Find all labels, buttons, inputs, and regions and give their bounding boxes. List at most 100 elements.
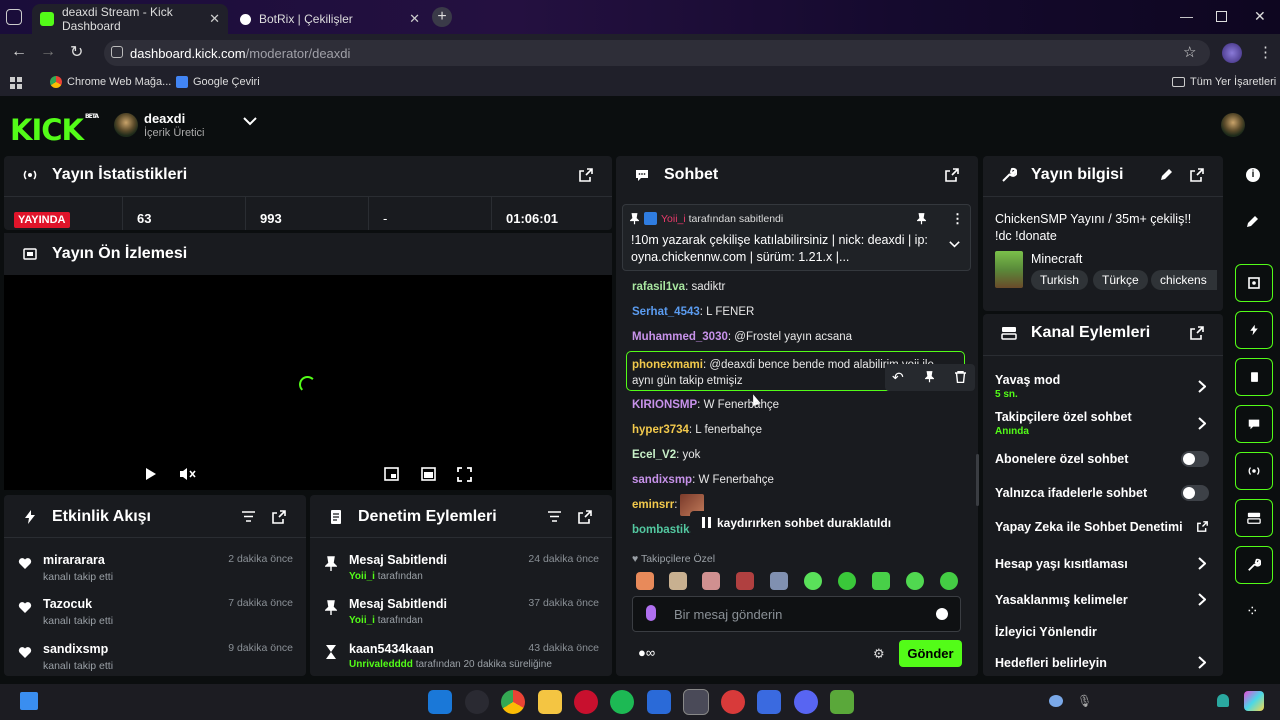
banned-words-label[interactable]: Yasaklanmış kelimeler xyxy=(995,593,1128,607)
emote-2[interactable] xyxy=(669,572,687,590)
account-age-label[interactable]: Hesap yaşı kısıtlaması xyxy=(995,557,1128,571)
emote-only-toggle[interactable] xyxy=(1181,485,1209,501)
chat-username[interactable]: eminsrr xyxy=(632,499,674,511)
discord-icon[interactable] xyxy=(794,690,818,714)
stream-tag[interactable]: chickens xyxy=(1151,270,1217,290)
chat-username[interactable]: sandixsmp xyxy=(632,474,692,486)
mod-action-user[interactable]: Yoii_i xyxy=(349,571,375,582)
browser-menu-icon[interactable]: ⋮ xyxy=(1258,43,1273,61)
browser-tab-botrix[interactable]: BotRix | Çekilişler ✕ xyxy=(232,4,428,34)
muted-icon[interactable] xyxy=(179,466,196,482)
filter-icon[interactable] xyxy=(242,511,255,522)
emote-8[interactable] xyxy=(872,572,890,590)
emote-4[interactable] xyxy=(736,572,754,590)
reload-icon[interactable]: ↻ xyxy=(70,42,83,62)
chat-username[interactable]: rafasil1va xyxy=(632,281,685,293)
popout-icon[interactable] xyxy=(945,168,959,182)
chat-message[interactable]: Serhat_4543: L FENER xyxy=(632,306,754,318)
chat-message[interactable]: bombastika xyxy=(632,524,696,536)
microphone-icon[interactable] xyxy=(646,605,656,621)
sidebar-activity-button[interactable] xyxy=(1235,311,1273,349)
spotify-icon[interactable] xyxy=(610,690,634,714)
chrome-active-icon[interactable] xyxy=(683,689,709,715)
chat-username[interactable]: hyper3734 xyxy=(632,424,689,436)
chat-username[interactable]: Serhat_4543 xyxy=(632,306,700,318)
emote-10[interactable] xyxy=(940,572,958,590)
popout-icon[interactable] xyxy=(578,510,592,524)
play-icon[interactable] xyxy=(145,467,157,481)
raid-label[interactable]: İzleyici Yönlendir xyxy=(995,625,1097,639)
sidebar-moderation-button[interactable] xyxy=(1235,358,1273,396)
chat-username[interactable]: phonexmami xyxy=(632,359,703,371)
bookmark-star-icon[interactable]: ☆ xyxy=(1183,43,1196,61)
minimize-icon[interactable]: — xyxy=(1180,9,1193,24)
category-name[interactable]: Minecraft xyxy=(1031,252,1082,266)
unpin-icon[interactable] xyxy=(917,213,926,225)
forward-icon[interactable]: → xyxy=(40,43,56,61)
channel-switch-chevron-icon[interactable] xyxy=(243,117,257,126)
reply-icon[interactable]: ↶ xyxy=(892,369,904,386)
file-explorer-icon[interactable] xyxy=(538,690,562,714)
pin-message-icon[interactable] xyxy=(925,371,934,383)
chat-username[interactable]: KIRIONSMP xyxy=(632,399,697,411)
chat-scrollbar[interactable] xyxy=(976,454,979,506)
emote-9[interactable] xyxy=(906,572,924,590)
chat-message[interactable]: Muhammed_3030: @Frostel yayın acsana xyxy=(632,331,852,343)
widgets-icon[interactable] xyxy=(20,692,38,710)
chat-username[interactable]: Muhammed_3030 xyxy=(632,331,728,343)
copilot-icon[interactable] xyxy=(1244,691,1264,711)
site-info-icon[interactable] xyxy=(111,46,123,58)
ai-moderation-label[interactable]: Yapay Zeka ile Sohbet Denetimi xyxy=(995,520,1183,534)
popout-icon[interactable] xyxy=(1190,168,1204,182)
chevron-right-icon[interactable] xyxy=(1198,380,1206,393)
bookmark-chrome-store[interactable]: Chrome Web Mağa... xyxy=(50,76,171,88)
windows-start-icon[interactable] xyxy=(428,690,452,714)
chat-settings-gear-icon[interactable]: ⚙ xyxy=(873,646,885,662)
chevron-right-icon[interactable] xyxy=(1198,417,1206,430)
app-icon[interactable] xyxy=(721,690,745,714)
send-button[interactable]: Gönder xyxy=(899,640,962,667)
pinned-by-user[interactable]: Yoii_i xyxy=(661,213,686,225)
url-field[interactable]: dashboard.kick.com/moderator/deaxdi xyxy=(104,40,1210,66)
close-tab-icon[interactable]: ✕ xyxy=(209,11,220,27)
emoji-picker-icon[interactable] xyxy=(936,608,948,620)
chat-message[interactable]: Ecel_V2: yok xyxy=(632,449,700,461)
chat-message[interactable]: rafasil1va: sadiktr xyxy=(632,281,725,293)
maximize-icon[interactable] xyxy=(1216,11,1227,22)
external-link-icon[interactable] xyxy=(1197,521,1208,532)
pip-icon[interactable] xyxy=(384,467,399,481)
taskbar-search-icon[interactable] xyxy=(465,690,489,714)
back-icon[interactable]: ← xyxy=(11,43,27,61)
chevron-right-icon[interactable] xyxy=(1198,656,1206,669)
tab-search-icon[interactable] xyxy=(6,9,22,25)
followers-only-label[interactable]: Takipçilere özel sohbet xyxy=(995,410,1132,424)
sidebar-broadcast-button[interactable] xyxy=(1235,452,1273,490)
edit-pencil-icon[interactable] xyxy=(1160,168,1173,181)
chevron-right-icon[interactable] xyxy=(1198,557,1206,570)
store-icon[interactable] xyxy=(647,690,671,714)
info-icon[interactable]: i xyxy=(1246,168,1260,182)
browser-tab-kick[interactable]: deaxdi Stream - Kick Dashboard ✕ xyxy=(32,4,228,34)
chat-message[interactable]: sandixsmp: W Fenerbahçe xyxy=(632,474,774,486)
close-tab-icon[interactable]: ✕ xyxy=(409,11,420,27)
opera-icon[interactable] xyxy=(574,690,598,714)
close-window-icon[interactable]: ✕ xyxy=(1254,8,1266,25)
chat-message[interactable]: eminsrr: xyxy=(632,499,677,511)
apps-grid-icon[interactable] xyxy=(10,77,22,89)
theater-mode-icon[interactable] xyxy=(421,467,436,481)
kick-logo[interactable]: KICK BETA xyxy=(10,113,99,147)
category-thumbnail[interactable] xyxy=(995,251,1023,288)
sidebar-chat-button[interactable] xyxy=(1235,405,1273,443)
sidebar-stream-info-button[interactable] xyxy=(1235,546,1273,584)
sidebar-stats-button[interactable] xyxy=(1235,264,1273,302)
sidebar-actions-button[interactable] xyxy=(1235,499,1273,537)
expand-chevron-icon[interactable] xyxy=(949,241,960,248)
edit-pencil-icon[interactable] xyxy=(1246,215,1259,228)
pinned-menu-icon[interactable]: ⋮ xyxy=(951,211,964,227)
chat-user-badges-icon[interactable]: ●∞ xyxy=(638,645,655,660)
chat-username[interactable]: Ecel_V2 xyxy=(632,449,676,461)
emote-5[interactable] xyxy=(770,572,788,590)
minecraft-icon[interactable] xyxy=(830,690,854,714)
chat-message[interactable]: KIRIONSMP: W Fenerbahçe xyxy=(632,399,779,411)
emote-6[interactable] xyxy=(804,572,822,590)
